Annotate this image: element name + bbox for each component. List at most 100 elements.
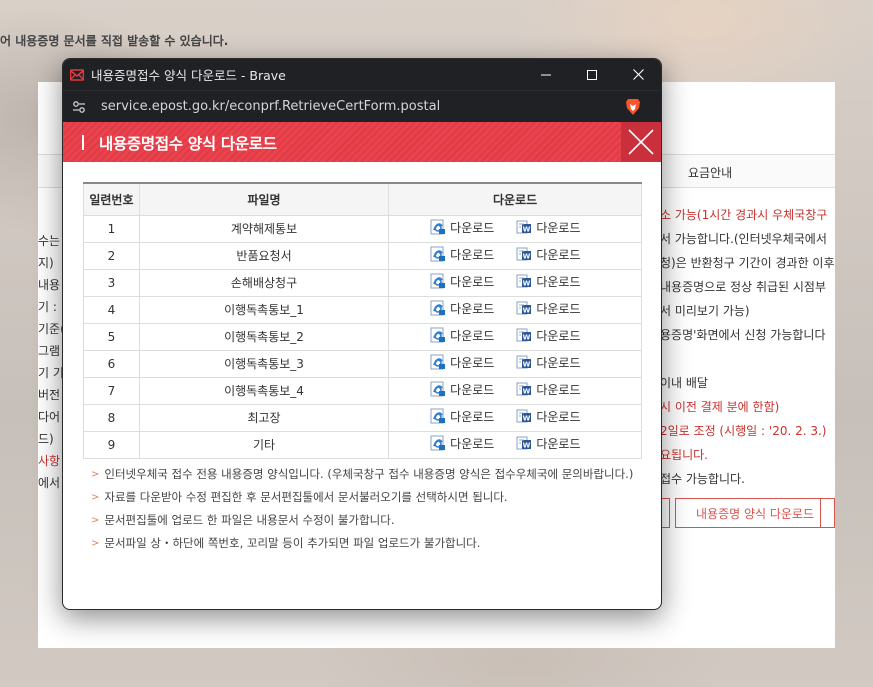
header-accent-bar [82,135,84,150]
notes-list: > 인터넷우체국 접수 전용 내용증명 양식입니다. (우체국창구 접수 내용증명… [91,467,643,559]
maximize-icon [587,69,597,80]
hwp-file-icon [430,408,446,424]
background-button-partial-right[interactable] [820,498,835,528]
download-word-link[interactable]: W 다운로드 [516,408,581,425]
row-download-cell: 다운로드 W 다운로드 [388,430,642,459]
maximize-button[interactable] [569,59,615,90]
row-serial-number: 3 [83,268,140,297]
download-hwp-link[interactable]: 다운로드 [430,381,494,398]
download-label: 다운로드 [536,409,581,424]
row-download-cell: 다운로드 W 다운로드 [388,268,642,297]
word-file-icon: W [516,381,532,397]
download-word-link[interactable]: W 다운로드 [516,354,581,371]
close-window-button[interactable] [615,59,661,90]
close-icon [628,129,654,155]
brave-icon[interactable] [625,98,641,120]
row-file-name: 최고장 [138,403,390,432]
note-item: > 자료를 다운받아 수정 편집한 후 문서편집툴에서 문서불러오기를 선택하시면… [91,490,643,513]
form-download-button[interactable]: 내용증명 양식 다운로드 [675,498,835,528]
background-right-text-line: 서 가능합니다.(인터넷우체국에서 [660,232,827,246]
download-label: 다운로드 [536,247,581,262]
arrow-bullet-icon: > [91,491,100,503]
download-label: 다운로드 [450,355,495,370]
popup-content: 일련번호 파일명 다운로드 1 계약해제통보 다운로드 W 다운로드 2 반품요청서 다운로드… [83,182,643,559]
background-right-text-line: 이내 배달 [660,376,708,390]
word-file-icon: W [516,408,532,424]
header-file-name: 파일명 [138,182,390,216]
svg-text:W: W [523,280,531,288]
minimize-icon [541,74,551,75]
download-label: 다운로드 [536,220,581,235]
download-label: 다운로드 [536,301,581,316]
form-file-table: 일련번호 파일명 다운로드 1 계약해제통보 다운로드 W 다운로드 2 반품요청서 다운로드… [83,182,642,459]
row-serial-number: 5 [83,322,140,351]
popup-close-button[interactable] [621,122,661,162]
minimize-button[interactable] [523,59,569,90]
background-right-text: 소 가능(1시간 경과시 우체국창구 서 가능합니다.(인터넷우체국에서 청)은 반… [660,206,835,494]
hwp-file-icon [430,435,446,451]
svg-text:W: W [523,361,531,369]
note-item: > 인터넷우체국 접수 전용 내용증명 양식입니다. (우체국창구 접수 내용증명… [91,467,643,490]
row-download-cell: 다운로드 W 다운로드 [388,241,642,270]
tab-fee-info[interactable]: 요금안내 [688,164,732,181]
table-header-row: 일련번호 파일명 다운로드 [83,182,642,216]
svg-text:W: W [523,334,531,342]
word-file-icon: W [516,300,532,316]
row-serial-number: 1 [83,214,140,243]
download-word-link[interactable]: W 다운로드 [516,219,581,236]
download-hwp-link[interactable]: 다운로드 [430,354,494,371]
table-row: 9 기타 다운로드 W 다운로드 [83,430,642,459]
table-row: 5 이행독촉통보_2 다운로드 W 다운로드 [83,322,642,351]
popup-title: 내용증명접수 양식 다운로드 [99,135,277,153]
svg-text:W: W [523,253,531,261]
note-item: > 문서파일 상・하단에 쪽번호, 꼬리말 등이 추가되면 파일 업로드가 불가합… [91,536,643,559]
word-file-icon: W [516,246,532,262]
background-right-text-line: 용증명'화면에서 신청 가능합니다 [660,328,826,342]
download-label: 다운로드 [536,382,581,397]
table-row: 8 최고장 다운로드 W 다운로드 [83,403,642,432]
download-hwp-link[interactable]: 다운로드 [430,327,494,344]
window-title: 내용증명접수 양식 다운로드 - Brave [91,68,286,83]
background-right-text-line: 시 이전 결제 분에 한함) [660,400,780,414]
download-word-link[interactable]: W 다운로드 [516,273,581,290]
download-hwp-link[interactable]: 다운로드 [430,246,494,263]
download-word-link[interactable]: W 다운로드 [516,435,581,452]
background-right-text-line: 요됩니다. [660,448,708,462]
download-hwp-link[interactable]: 다운로드 [430,273,494,290]
download-label: 다운로드 [450,382,495,397]
window-titlebar[interactable]: 내용증명접수 양식 다운로드 - Brave [63,59,661,90]
background-right-text-line: 2일로 조정 (시행일 : '20. 2. 3.) [660,424,827,438]
table-row: 2 반품요청서 다운로드 W 다운로드 [83,241,642,270]
download-word-link[interactable]: W 다운로드 [516,300,581,317]
download-word-link[interactable]: W 다운로드 [516,327,581,344]
site-settings-icon[interactable] [71,99,87,115]
window-controls [523,59,661,90]
address-bar[interactable]: service.epost.go.kr/econprf.RetrieveCert… [63,90,661,122]
download-word-link[interactable]: W 다운로드 [516,381,581,398]
background-right-text-line: 소 가능(1시간 경과시 우체국창구 [660,208,828,222]
hwp-file-icon [430,273,446,289]
row-download-cell: 다운로드 W 다운로드 [388,376,642,405]
url-text[interactable]: service.epost.go.kr/econprf.RetrieveCert… [101,99,440,114]
row-file-name: 이행독촉통보_2 [138,322,390,351]
row-file-name: 반품요청서 [138,241,390,270]
download-word-link[interactable]: W 다운로드 [516,246,581,263]
row-serial-number: 9 [83,430,140,459]
download-label: 다운로드 [450,274,495,289]
download-hwp-link[interactable]: 다운로드 [430,219,494,236]
row-file-name: 이행독촉통보_1 [138,295,390,324]
download-hwp-link[interactable]: 다운로드 [430,408,494,425]
download-hwp-link[interactable]: 다운로드 [430,300,494,317]
header-serial-number: 일련번호 [83,182,140,216]
word-file-icon: W [516,327,532,343]
row-serial-number: 6 [83,349,140,378]
download-label: 다운로드 [450,220,495,235]
row-download-cell: 다운로드 W 다운로드 [388,322,642,351]
background-top-text: 어 내용증명 문서를 직접 발송할 수 있습니다. [0,34,229,48]
download-hwp-link[interactable]: 다운로드 [430,435,494,452]
download-label: 다운로드 [536,355,581,370]
svg-text:W: W [523,388,531,396]
svg-text:W: W [523,226,531,234]
download-label: 다운로드 [536,436,581,451]
browser-popup-window: 내용증명접수 양식 다운로드 - Brave service.epost.go.… [62,58,662,610]
